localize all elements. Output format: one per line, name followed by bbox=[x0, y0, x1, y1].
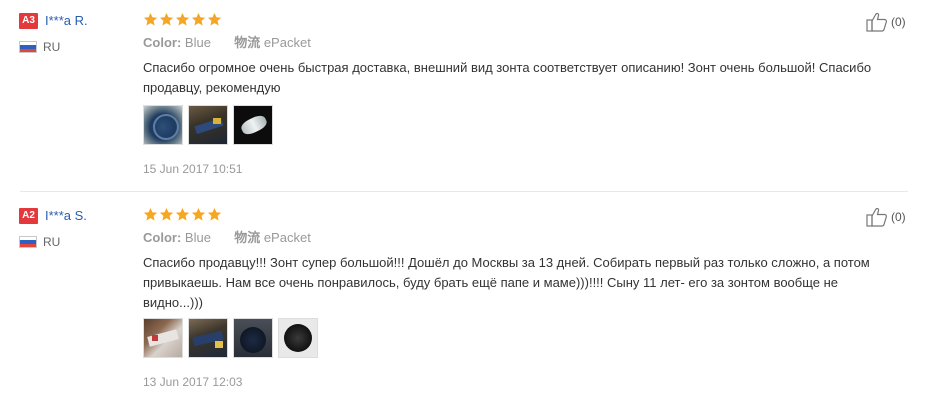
thumbs-up-icon bbox=[866, 12, 888, 32]
reviewer-country: RU bbox=[43, 235, 61, 249]
star-icon bbox=[207, 12, 222, 26]
star-icon bbox=[143, 207, 158, 221]
star-icon bbox=[175, 207, 190, 221]
rating-stars bbox=[143, 207, 222, 223]
star-icon bbox=[191, 207, 206, 221]
review-item: A3 I***a R. RU Color: Blue 物流 ePacket Сп… bbox=[0, 0, 930, 192]
color-value: Blue bbox=[184, 35, 211, 50]
review-photo-thumbnail[interactable] bbox=[188, 105, 228, 145]
review-photos bbox=[143, 318, 318, 358]
star-icon bbox=[143, 12, 158, 26]
review-photos bbox=[143, 105, 273, 145]
review-text: Спасибо огромное очень быстрая доставка,… bbox=[143, 60, 872, 95]
review-photo-thumbnail[interactable] bbox=[143, 105, 183, 145]
review-photo-thumbnail[interactable] bbox=[188, 318, 228, 358]
thumbs-up-icon bbox=[866, 207, 888, 227]
review-photo-thumbnail[interactable] bbox=[143, 318, 183, 358]
order-info: Color: Blue 物流 ePacket bbox=[143, 35, 311, 51]
review-date: 13 Jun 2017 12:03 bbox=[143, 375, 243, 389]
review-date: 15 Jun 2017 10:51 bbox=[143, 162, 243, 176]
order-info: Color: Blue 物流 ePacket bbox=[143, 230, 311, 246]
reviewer-name[interactable]: I***a S. bbox=[45, 208, 87, 224]
star-icon bbox=[159, 12, 174, 26]
helpful-button[interactable]: (0) bbox=[866, 207, 906, 227]
color-value: Blue bbox=[184, 230, 211, 245]
color-label: Color: bbox=[143, 35, 182, 50]
star-icon bbox=[191, 12, 206, 26]
color-label: Color: bbox=[143, 230, 182, 245]
shipping-label: 物流 bbox=[234, 35, 261, 50]
star-icon bbox=[175, 12, 190, 26]
shipping-value: ePacket bbox=[263, 230, 311, 245]
review-divider bbox=[20, 191, 908, 192]
star-icon bbox=[159, 207, 174, 221]
rating-stars bbox=[143, 12, 222, 28]
russia-flag-icon bbox=[19, 236, 37, 248]
helpful-count: (0) bbox=[891, 210, 906, 224]
helpful-button[interactable]: (0) bbox=[866, 12, 906, 32]
shipping-label: 物流 bbox=[234, 230, 261, 245]
review-item: A2 I***a S. RU Color: Blue 物流 ePacket Сп… bbox=[0, 195, 930, 400]
helpful-count: (0) bbox=[891, 15, 906, 29]
user-level-badge: A2 bbox=[19, 208, 38, 224]
review-photo-thumbnail[interactable] bbox=[278, 318, 318, 358]
reviewer-name[interactable]: I***a R. bbox=[45, 13, 88, 29]
review-photo-thumbnail[interactable] bbox=[233, 318, 273, 358]
russia-flag-icon bbox=[19, 41, 37, 53]
star-icon bbox=[207, 207, 222, 221]
shipping-value: ePacket bbox=[263, 35, 311, 50]
user-level-badge: A3 bbox=[19, 13, 38, 29]
reviewer-country: RU bbox=[43, 40, 61, 54]
review-photo-thumbnail[interactable] bbox=[233, 105, 273, 145]
review-text: Спасибо продавцу!!! Зонт супер большой!!… bbox=[143, 255, 870, 310]
